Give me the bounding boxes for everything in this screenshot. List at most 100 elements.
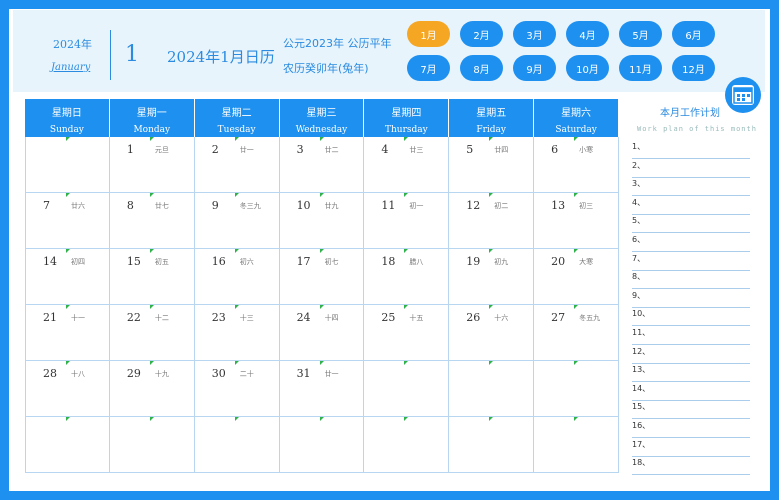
plan-item[interactable]: 13、 <box>632 364 750 383</box>
month-button-11[interactable]: 11月 <box>619 55 662 81</box>
day-cell[interactable]: 31 廿一 <box>279 361 365 417</box>
plan-item[interactable]: 17、 <box>632 439 750 457</box>
gregorian-info: 公元2023年 公历平年 <box>283 37 392 50</box>
day-cell[interactable] <box>449 417 535 473</box>
day-cell[interactable]: 27 冬五九 <box>534 305 619 361</box>
plan-item[interactable]: 15、 <box>632 401 750 420</box>
weekday-en: Thursday <box>384 125 428 135</box>
plan-item[interactable]: 1、 <box>632 141 750 159</box>
day-cell[interactable]: 12 初二 <box>449 193 535 249</box>
plan-item[interactable]: 18、 <box>632 457 750 476</box>
plan-item[interactable]: 4、 <box>632 197 750 215</box>
day-cell[interactable]: 17 初七 <box>279 249 365 305</box>
plan-title: 本月工作计划 <box>660 108 720 119</box>
month-button-9[interactable]: 9月 <box>513 55 556 81</box>
day-cell[interactable]: 28 十八 <box>25 361 110 417</box>
day-cell[interactable]: 2 廿一 <box>194 137 280 193</box>
day-cell[interactable] <box>364 417 450 473</box>
day-cell[interactable]: 4 廿三 <box>364 137 450 193</box>
lunar-date: 十九 <box>154 370 169 378</box>
plan-item[interactable]: 3、 <box>632 178 750 197</box>
day-cell[interactable]: 24 十四 <box>279 305 365 361</box>
month-button-1[interactable]: 1月 <box>407 21 450 47</box>
weekday-en: Friday <box>476 125 507 135</box>
day-cell[interactable]: 30 二十 <box>194 361 280 417</box>
plan-item[interactable]: 12、 <box>632 346 750 364</box>
plan-item[interactable]: 11、 <box>632 327 750 345</box>
day-cell[interactable]: 3 廿二 <box>279 137 365 193</box>
corner-mark <box>319 249 324 253</box>
corner-mark <box>574 361 579 365</box>
lunar-date: 廿一 <box>324 370 339 378</box>
weekday-en: Sunday <box>49 125 84 135</box>
day-cell[interactable] <box>279 417 365 473</box>
day-cell[interactable]: 16 初六 <box>194 249 280 305</box>
day-cell[interactable]: 1 元旦 <box>109 137 195 193</box>
calendar-icon <box>732 85 754 105</box>
day-cell[interactable]: 10 廿九 <box>279 193 365 249</box>
day-cell[interactable]: 21 十一 <box>25 305 110 361</box>
day-cell[interactable]: 7 廿六 <box>25 193 110 249</box>
lunar-date: 初六 <box>239 258 254 266</box>
day-cell[interactable]: 25 十五 <box>364 305 450 361</box>
corner-mark <box>149 193 154 197</box>
lunar-date: 腊八 <box>409 258 424 266</box>
corner-mark <box>149 249 154 253</box>
corner-mark <box>66 193 70 197</box>
month-button-8[interactable]: 8月 <box>460 55 503 81</box>
plan-item[interactable]: 2、 <box>632 160 750 178</box>
day-cell[interactable]: 11 初一 <box>364 193 450 249</box>
plan-item[interactable]: 7、 <box>632 253 750 271</box>
day-cell[interactable] <box>364 361 450 417</box>
plan-item[interactable]: 8、 <box>632 271 750 290</box>
day-cell[interactable]: 19 初九 <box>449 249 535 305</box>
month-button-4[interactable]: 4月 <box>566 21 609 47</box>
lunar-date: 小寒 <box>579 146 594 154</box>
lunar-date: 十六 <box>494 314 509 322</box>
corner-mark <box>404 249 409 253</box>
day-cell[interactable]: 18 腊八 <box>364 249 450 305</box>
day-number: 1 <box>126 143 134 156</box>
day-cell[interactable]: 15 初五 <box>109 249 195 305</box>
month-button-12[interactable]: 12月 <box>672 55 715 81</box>
month-button-10[interactable]: 10月 <box>566 55 609 81</box>
day-number: 9 <box>211 199 219 212</box>
corner-mark <box>489 249 494 253</box>
day-cell[interactable]: 13 初三 <box>534 193 619 249</box>
day-number: 22 <box>126 311 141 324</box>
day-cell[interactable]: 23 十三 <box>194 305 280 361</box>
plan-item[interactable]: 9、 <box>632 290 750 308</box>
day-cell[interactable]: 8 廿七 <box>109 193 195 249</box>
month-button-2[interactable]: 2月 <box>460 21 503 47</box>
day-cell[interactable]: 6 小寒 <box>534 137 619 193</box>
corner-mark <box>574 305 579 309</box>
day-cell[interactable] <box>449 361 535 417</box>
day-cell[interactable]: 22 十二 <box>109 305 195 361</box>
day-cell[interactable]: 5 廿四 <box>449 137 535 193</box>
plan-item[interactable]: 5、 <box>632 215 750 234</box>
day-cell[interactable]: 29 十九 <box>109 361 195 417</box>
day-cell[interactable] <box>25 137 110 193</box>
calendar-badge <box>725 77 761 113</box>
plan-item[interactable]: 6、 <box>632 234 750 252</box>
day-cell[interactable]: 20 大寒 <box>534 249 619 305</box>
lunar-date: 廿三 <box>409 146 424 154</box>
day-cell[interactable]: 14 初四 <box>25 249 110 305</box>
plan-item[interactable]: 14、 <box>632 383 750 401</box>
plan-item[interactable]: 10、 <box>632 308 750 327</box>
day-cell[interactable] <box>25 417 110 473</box>
month-button-5[interactable]: 5月 <box>619 21 662 47</box>
day-cell[interactable] <box>534 361 619 417</box>
day-cell[interactable] <box>194 417 280 473</box>
day-cell[interactable] <box>534 417 619 473</box>
month-button-7[interactable]: 7月 <box>407 55 450 81</box>
month-button-3[interactable]: 3月 <box>513 21 556 47</box>
month-button-6[interactable]: 6月 <box>672 21 715 47</box>
day-number: 23 <box>211 311 226 324</box>
day-cell[interactable] <box>109 417 195 473</box>
plan-item[interactable]: 16、 <box>632 420 750 438</box>
day-number: 3 <box>296 143 304 156</box>
day-cell[interactable]: 9 冬三九 <box>194 193 280 249</box>
plan-subtitle: Work plan of this month <box>637 125 757 133</box>
day-cell[interactable]: 26 十六 <box>449 305 535 361</box>
